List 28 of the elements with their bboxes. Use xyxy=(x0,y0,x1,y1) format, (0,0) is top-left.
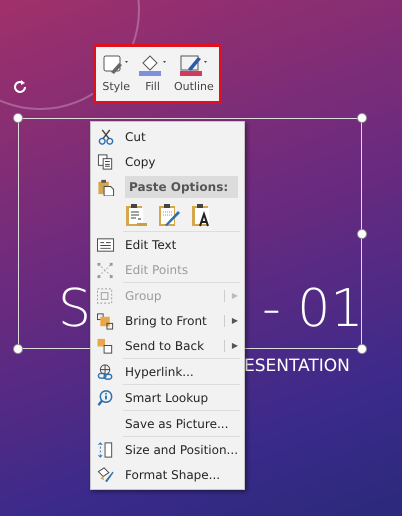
resize-handle[interactable] xyxy=(13,344,23,354)
menu-item[interactable]: Bring to Front ▶ xyxy=(91,308,244,333)
subtitle-text: ESENTATION xyxy=(244,358,350,375)
outline-button[interactable]: Outline xyxy=(174,52,214,96)
paint-bucket-icon xyxy=(138,52,168,77)
section-header: Paste Options: xyxy=(125,176,238,198)
fill-button[interactable]: Fill xyxy=(138,52,168,96)
menu-item[interactable]: Edit Text xyxy=(91,232,244,257)
title-text: S xyxy=(58,283,92,335)
menu-item[interactable]: Size and Position... xyxy=(91,437,244,462)
menu-item[interactable]: Save as Picture... xyxy=(91,411,244,436)
pen-outline-icon xyxy=(178,52,209,77)
rotate-handle-icon[interactable] xyxy=(11,78,29,96)
resize-handle[interactable] xyxy=(357,344,367,354)
keep-formatting-button[interactable] xyxy=(123,202,147,228)
style-button[interactable]: Style xyxy=(101,52,132,96)
menu-item[interactable]: Format Shape... xyxy=(91,462,244,487)
resize-handle[interactable] xyxy=(13,113,23,123)
text-box-icon xyxy=(95,236,117,254)
resize-handle[interactable] xyxy=(357,229,367,239)
menu-item[interactable]: Send to Back ▶ xyxy=(91,333,244,358)
menu-item[interactable]: Hyperlink... xyxy=(91,359,244,384)
title-text: - 01 xyxy=(262,283,364,335)
menu-item[interactable]: Cut xyxy=(91,124,244,149)
paste-picture-button[interactable] xyxy=(156,202,180,228)
menu-item[interactable]: Smart Lookup xyxy=(91,385,244,410)
menu-item[interactable]: Copy xyxy=(91,149,244,174)
resize-handle[interactable] xyxy=(357,113,367,123)
